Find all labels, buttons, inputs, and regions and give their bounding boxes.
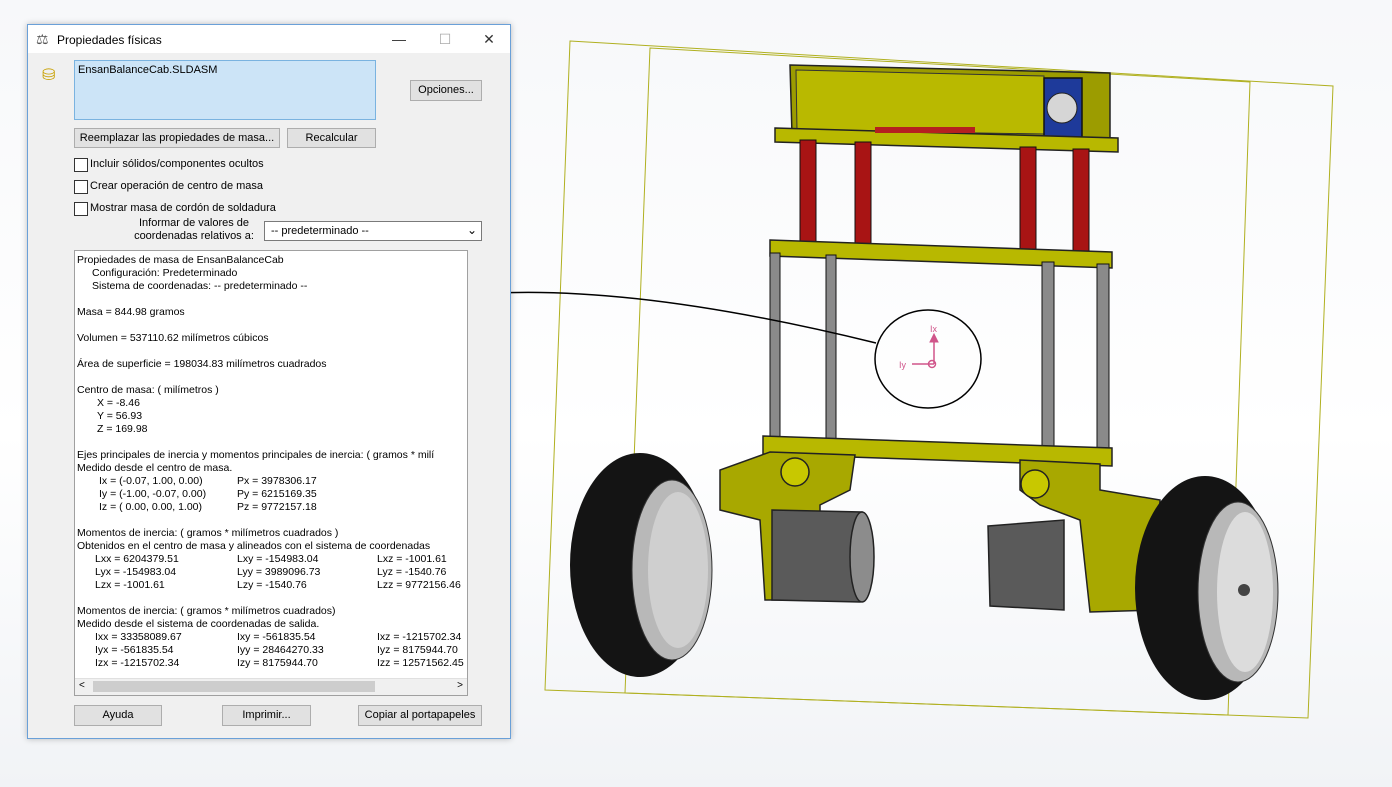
results-iyy: Iyy = 28464270.33 bbox=[237, 644, 324, 656]
results-moments2-sub: Medido desde el sistema de coordenadas d… bbox=[77, 618, 320, 630]
coord-report-label-line1: Informar de valores de bbox=[138, 217, 250, 229]
results-ixx: Ixx = 33358089.67 bbox=[95, 631, 182, 643]
horizontal-scrollbar[interactable]: < > bbox=[75, 678, 467, 695]
motors bbox=[771, 509, 1065, 611]
maximize-button[interactable]: ☐ bbox=[422, 25, 468, 53]
triad-x-label: Ix bbox=[930, 324, 938, 334]
selected-component-item[interactable]: EnsanBalanceCab.SLDASM bbox=[78, 64, 217, 76]
coord-report-label: Informar de valores de coordenadas relat… bbox=[124, 217, 264, 243]
coord-system-select[interactable]: -- predeterminado -- ⌄ bbox=[264, 221, 482, 241]
results-lxz: Lxz = -1001.61 bbox=[377, 553, 447, 565]
results-lyx: Lyx = -154983.04 bbox=[95, 566, 177, 578]
results-ix: Ix = (-0.07, 1.00, 0.00) bbox=[99, 475, 203, 487]
selected-components-list[interactable]: EnsanBalanceCab.SLDASM bbox=[74, 60, 376, 120]
results-com-z: Z = 169.98 bbox=[97, 423, 148, 435]
results-ixy: Ixy = -561835.54 bbox=[237, 631, 316, 643]
right-wheel[interactable] bbox=[1135, 476, 1279, 700]
results-surface: Área de superficie = 198034.83 milímetro… bbox=[77, 358, 327, 370]
scroll-right-icon[interactable]: > bbox=[457, 680, 463, 691]
balance-scale-icon: ⚖ bbox=[36, 31, 49, 47]
weld-bead-checkbox[interactable] bbox=[74, 202, 88, 216]
print-button[interactable]: Imprimir... bbox=[222, 705, 311, 726]
results-izx: Izx = -1215702.34 bbox=[95, 657, 180, 669]
results-iyx: Iyx = -561835.54 bbox=[95, 644, 174, 656]
scrollbar-thumb[interactable] bbox=[93, 681, 375, 692]
results-header: Propiedades de masa de EnsanBalanceCab bbox=[77, 254, 284, 266]
results-py: Py = 6215169.35 bbox=[237, 488, 317, 500]
create-com-checkbox[interactable] bbox=[74, 180, 88, 194]
results-com-y: Y = 56.93 bbox=[97, 410, 143, 422]
results-com-title: Centro de masa: ( milímetros ) bbox=[77, 384, 219, 396]
results-iz: Iz = ( 0.00, 0.00, 1.00) bbox=[99, 501, 203, 513]
results-lzz: Lzz = 9772156.46 bbox=[377, 579, 461, 591]
results-principal-measured: Medido desde el centro de masa. bbox=[77, 462, 233, 474]
results-config: Configuración: Predeterminado bbox=[92, 267, 238, 279]
triad-y-label: Iy bbox=[899, 360, 907, 370]
assembly-icon: ⛁ bbox=[42, 67, 56, 84]
minimize-button[interactable]: — bbox=[376, 25, 422, 53]
top-box[interactable] bbox=[774, 64, 1119, 153]
scroll-left-icon[interactable]: < bbox=[79, 680, 85, 691]
results-iyz: Iyz = 8175944.70 bbox=[377, 644, 458, 656]
chevron-down-icon: ⌄ bbox=[466, 223, 477, 237]
create-com-label: Crear operación de centro de masa bbox=[90, 180, 264, 192]
results-principal-title: Ejes principales de inercia y momentos p… bbox=[77, 449, 435, 461]
recalculate-button[interactable]: Recalcular bbox=[287, 128, 376, 148]
options-button[interactable]: Opciones... bbox=[410, 80, 482, 101]
results-moments2-title: Momentos de inercia: ( gramos * milímetr… bbox=[77, 605, 336, 617]
left-wheel[interactable] bbox=[570, 453, 713, 677]
results-px: Px = 3978306.17 bbox=[237, 475, 317, 487]
results-pz: Pz = 9772157.18 bbox=[237, 501, 317, 513]
help-button[interactable]: Ayuda bbox=[74, 705, 162, 726]
results-izy: Izy = 8175944.70 bbox=[237, 657, 318, 669]
results-ixz: Ixz = -1215702.34 bbox=[377, 631, 462, 643]
results-lxy: Lxy = -154983.04 bbox=[237, 553, 319, 565]
close-button[interactable]: ✕ bbox=[466, 25, 512, 53]
results-moments1-title: Momentos de inercia: ( gramos * milímetr… bbox=[77, 527, 339, 539]
weld-bead-label: Mostrar masa de cordón de soldadura bbox=[90, 202, 276, 214]
coord-system-value: -- predeterminado -- bbox=[271, 225, 369, 237]
results-com-x: X = -8.46 bbox=[97, 397, 140, 409]
include-hidden-checkbox[interactable] bbox=[74, 158, 88, 172]
results-lyz: Lyz = -1540.76 bbox=[377, 566, 447, 578]
results-izz: Izz = 12571562.45 bbox=[377, 657, 464, 669]
include-hidden-label: Incluir sólidos/componentes ocultos bbox=[90, 158, 264, 170]
results-coord-system: Sistema de coordenadas: -- predeterminad… bbox=[92, 280, 308, 292]
results-lzy: Lzy = -1540.76 bbox=[237, 579, 307, 591]
results-lyy: Lyy = 3989096.73 bbox=[237, 566, 321, 578]
results-lxx: Lxx = 6204379.51 bbox=[95, 553, 179, 565]
coord-report-label-line2: coordenadas relativos a: bbox=[134, 230, 254, 242]
results-iy: Iy = (-1.00, -0.07, 0.00) bbox=[99, 488, 207, 500]
dialog-title: Propiedades físicas bbox=[57, 33, 162, 47]
red-standoffs bbox=[799, 139, 1090, 258]
center-of-mass-triad bbox=[912, 332, 939, 369]
gray-standoffs bbox=[769, 252, 1110, 455]
mass-properties-results[interactable]: Propiedades de masa de EnsanBalanceCab C… bbox=[74, 250, 468, 696]
results-moments1-sub: Obtenidos en el centro de masa y alinead… bbox=[77, 540, 431, 552]
title-bar[interactable]: ⚖ Propiedades físicas — ☐ ✕ bbox=[28, 25, 510, 53]
override-mass-properties-button[interactable]: Reemplazar las propiedades de masa... bbox=[74, 128, 280, 148]
results-mass: Masa = 844.98 gramos bbox=[77, 306, 185, 318]
copy-clipboard-button[interactable]: Copiar al portapapeles bbox=[358, 705, 482, 726]
results-content: Propiedades de masa de EnsanBalanceCab C… bbox=[75, 251, 467, 679]
middle-plate[interactable] bbox=[769, 239, 1113, 269]
mass-properties-dialog: ⚖ Propiedades físicas — ☐ ✕ ⛁ EnsanBalan… bbox=[27, 24, 511, 739]
results-volume: Volumen = 537110.62 milímetros cúbicos bbox=[77, 332, 269, 344]
results-lzx: Lzx = -1001.61 bbox=[95, 579, 165, 591]
